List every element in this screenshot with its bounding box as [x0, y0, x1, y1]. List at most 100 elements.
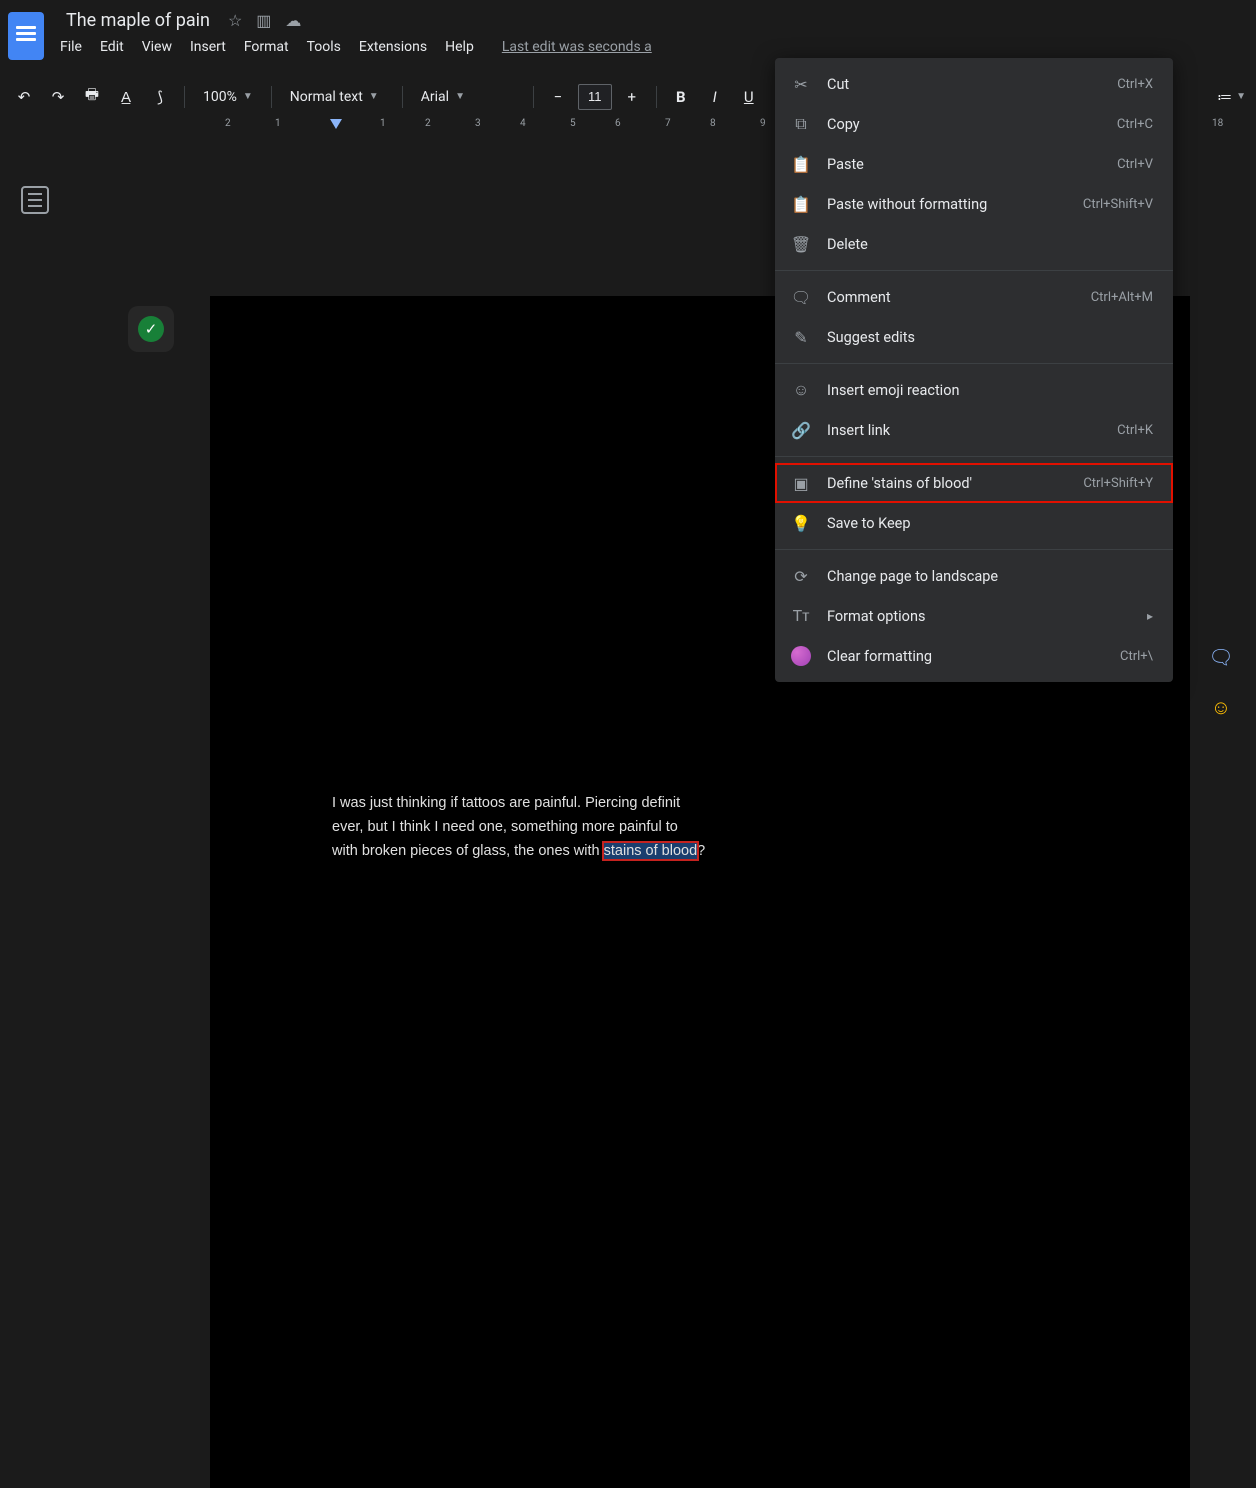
doc-text: ever, but I think I need one, something …	[332, 819, 678, 835]
star-icon[interactable]: ☆	[228, 11, 242, 30]
spellcheck-button[interactable]: A̲	[112, 83, 140, 111]
context-menu-shortcut: Ctrl+Shift+Y	[1083, 476, 1153, 491]
context-menu-item[interactable]: ⟳ Change page to landscape	[775, 556, 1173, 596]
zoom-value: 100%	[203, 89, 237, 105]
editing-mode-button[interactable]: ≔▼	[1217, 83, 1246, 111]
submenu-arrow-icon: ▸	[1147, 609, 1153, 623]
context-menu-label: Save to Keep	[827, 515, 1137, 532]
menu-edit[interactable]: Edit	[100, 39, 124, 55]
copy-icon: ⧉	[791, 114, 811, 134]
context-menu-item[interactable]: ⧉ Copy Ctrl+C	[775, 104, 1173, 144]
paragraph-style-value: Normal text	[290, 89, 363, 105]
ruler-tick: 2	[425, 118, 431, 129]
context-menu-item[interactable]: 📋PasteCtrl+V	[775, 144, 1173, 184]
document-title[interactable]: The maple of pain	[60, 8, 216, 33]
context-menu-item[interactable]: ▣Define 'stains of blood'Ctrl+Shift+Y	[775, 463, 1173, 503]
ruler-tick: 1	[275, 118, 281, 129]
menu-divider	[775, 363, 1173, 364]
cloud-status-icon: ☁	[285, 11, 301, 30]
move-icon[interactable]: ▥	[256, 11, 271, 30]
indent-marker-icon[interactable]	[330, 119, 342, 129]
menu-format[interactable]: Format	[244, 39, 289, 55]
format-icon: Tᴛ	[791, 606, 811, 626]
context-menu-label: Comment	[827, 289, 1075, 306]
context-menu-label: Paste	[827, 156, 1101, 173]
print-button[interactable]: 🖶	[78, 83, 106, 111]
bold-button[interactable]: B	[667, 83, 695, 111]
font-size-decrease[interactable]: −	[544, 83, 572, 111]
font-size-increase[interactable]: +	[618, 83, 646, 111]
context-menu-item[interactable]: ☺Insert emoji reaction	[775, 370, 1173, 410]
suggestion-accept-badge[interactable]: ✓	[128, 306, 174, 352]
emoji-reaction-button[interactable]: ☺	[1204, 690, 1238, 724]
menu-extensions[interactable]: Extensions	[359, 39, 427, 55]
context-menu-label: Insert link	[827, 422, 1101, 439]
context-menu-item[interactable]: ✎ Suggest edits	[775, 317, 1173, 357]
font-size-input[interactable]	[578, 84, 612, 110]
context-menu-shortcut: Ctrl+X	[1117, 77, 1153, 92]
paint-format-button[interactable]: ⟆	[146, 83, 174, 111]
context-menu-label: Copy	[827, 116, 1101, 133]
comment-icon: 🗨	[791, 287, 811, 307]
context-menu-label: Clear formatting	[827, 648, 1104, 665]
undo-button[interactable]: ↶	[10, 83, 38, 111]
paste-icon: 📋	[791, 154, 811, 174]
ruler-tick: 18	[1212, 118, 1223, 129]
ruler-tick: 7	[665, 118, 671, 129]
context-menu-label: Change page to landscape	[827, 568, 1137, 585]
suggest-icon: ✎	[791, 327, 811, 347]
context-menu-label: Delete	[827, 236, 1137, 253]
last-edit-link[interactable]: Last edit was seconds a	[502, 39, 652, 55]
context-menu-label: Cut	[827, 76, 1101, 93]
context-menu-shortcut: Ctrl+Alt+M	[1091, 290, 1153, 305]
context-menu-label: Insert emoji reaction	[827, 382, 1137, 399]
context-menu-label: Paste without formatting	[827, 196, 1067, 213]
paragraph-style-select[interactable]: Normal text▼	[282, 83, 392, 111]
ruler-tick: 5	[570, 118, 576, 129]
context-menu-shortcut: Ctrl+\	[1120, 649, 1153, 664]
redo-button[interactable]: ↷	[44, 83, 72, 111]
rotate-icon: ⟳	[791, 566, 811, 586]
italic-button[interactable]: I	[701, 83, 729, 111]
context-menu-label: Suggest edits	[827, 329, 1137, 346]
menu-file[interactable]: File	[60, 39, 82, 55]
menu-help[interactable]: Help	[445, 39, 474, 55]
doc-text: I was just thinking if tattoos are painf…	[332, 795, 680, 811]
check-icon: ✓	[138, 316, 164, 342]
ruler-tick: 1	[380, 118, 386, 129]
context-menu-shortcut: Ctrl+Shift+V	[1083, 197, 1153, 212]
avatar-icon	[791, 646, 811, 666]
selected-text[interactable]: stains of blood	[604, 843, 698, 859]
ruler-tick: 6	[615, 118, 621, 129]
menu-divider	[775, 456, 1173, 457]
context-menu-item[interactable]: 🔗 Insert link Ctrl+K	[775, 410, 1173, 450]
document-body[interactable]: I was just thinking if tattoos are painf…	[332, 792, 1120, 864]
context-menu-item[interactable]: 🗑 Delete	[775, 224, 1173, 264]
keep-icon: 💡	[791, 513, 811, 533]
underline-button[interactable]: U	[735, 83, 763, 111]
define-icon: ▣	[791, 473, 811, 493]
context-menu-item[interactable]: 💡 Save to Keep	[775, 503, 1173, 543]
add-comment-button[interactable]: 🗨	[1204, 640, 1238, 674]
context-menu-shortcut: Ctrl+C	[1117, 117, 1153, 132]
menu-tools[interactable]: Tools	[307, 39, 341, 55]
context-menu-item[interactable]: Clear formatting Ctrl+\	[775, 636, 1173, 676]
font-value: Arial	[421, 89, 449, 105]
context-menu-item[interactable]: 🗨 Comment Ctrl+Alt+M	[775, 277, 1173, 317]
outline-toggle-button[interactable]	[21, 186, 49, 214]
menu-insert[interactable]: Insert	[190, 39, 226, 55]
context-menu-shortcut: Ctrl+K	[1117, 423, 1153, 438]
context-menu-item[interactable]: TᴛFormat options▸	[775, 596, 1173, 636]
context-menu: ✂CutCtrl+X⧉CopyCtrl+C📋PasteCtrl+V📋Paste …	[775, 58, 1173, 682]
link-icon: 🔗	[791, 420, 811, 440]
doc-text: with broken pieces of glass, the ones wi…	[332, 843, 604, 859]
context-menu-item[interactable]: 📋Paste without formattingCtrl+Shift+V	[775, 184, 1173, 224]
zoom-select[interactable]: 100%▼	[195, 83, 261, 111]
font-select[interactable]: Arial▼	[413, 83, 523, 111]
delete-icon: 🗑	[791, 234, 811, 254]
context-menu-item[interactable]: ✂ Cut Ctrl+X	[775, 64, 1173, 104]
ruler-tick: 4	[520, 118, 526, 129]
docs-logo-icon[interactable]	[8, 12, 44, 60]
menu-view[interactable]: View	[142, 39, 172, 55]
cut-icon: ✂	[791, 74, 811, 94]
